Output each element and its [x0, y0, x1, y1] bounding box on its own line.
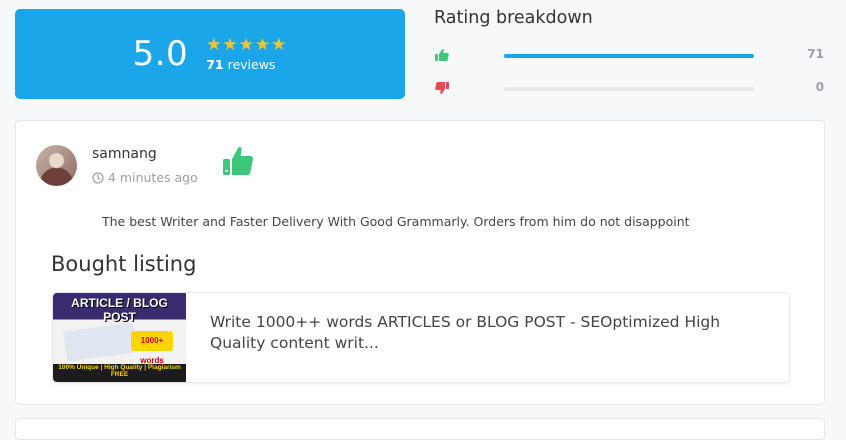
rating-summary: 5.0 ★★★★★ 71 reviews [15, 9, 405, 99]
rating-breakdown: Rating breakdown 71 0 [434, 8, 834, 94]
positive-bar [504, 54, 754, 58]
listing-thumbnail[interactable]: ARTICLE / BLOG POST 1000+ words 100% Uni… [53, 293, 186, 382]
thumbnail-title: ARTICLE / BLOG POST [71, 296, 168, 324]
breakdown-title: Rating breakdown [434, 8, 593, 28]
negative-row: 0 [434, 80, 834, 96]
thumbnail-footer: 100% Unique | High Quality | Plagiarism … [58, 364, 181, 378]
stars-block: ★★★★★ 71 reviews [206, 34, 288, 72]
average-score: 5.0 [132, 34, 189, 74]
positive-bar-fill [504, 54, 754, 58]
positive-count: 71 [807, 47, 824, 61]
review-time: 4 minutes ago [92, 170, 198, 185]
star-rating: ★★★★★ [206, 34, 288, 55]
negative-bar [504, 87, 754, 91]
clock-icon [92, 171, 104, 184]
review-time-text: 4 minutes ago [108, 170, 198, 185]
bought-listing-card[interactable]: ARTICLE / BLOG POST 1000+ words 100% Uni… [52, 292, 790, 383]
review-card: samnang 4 minutes ago The best Writer an… [15, 120, 825, 405]
thumbs-up-icon [223, 146, 254, 175]
bought-listing-heading: Bought listing [51, 252, 197, 276]
review-count: 71 reviews [206, 57, 287, 72]
thumbs-up-icon [435, 49, 449, 61]
next-review-card [15, 418, 825, 440]
thumbnail-badge: 1000+ words [131, 331, 173, 365]
review-count-label: reviews [227, 56, 276, 72]
positive-row: 71 [434, 47, 834, 63]
avatar[interactable] [36, 145, 77, 186]
thumbnail-paper [63, 322, 137, 362]
reviewer-name[interactable]: samnang [92, 146, 157, 162]
review-count-number: 71 [206, 56, 224, 72]
thumbs-down-icon [435, 82, 449, 94]
review-text: The best Writer and Faster Delivery With… [102, 214, 690, 229]
negative-count: 0 [815, 80, 824, 94]
listing-title-link[interactable]: Write 1000++ words ARTICLES or BLOG POST… [210, 312, 770, 354]
